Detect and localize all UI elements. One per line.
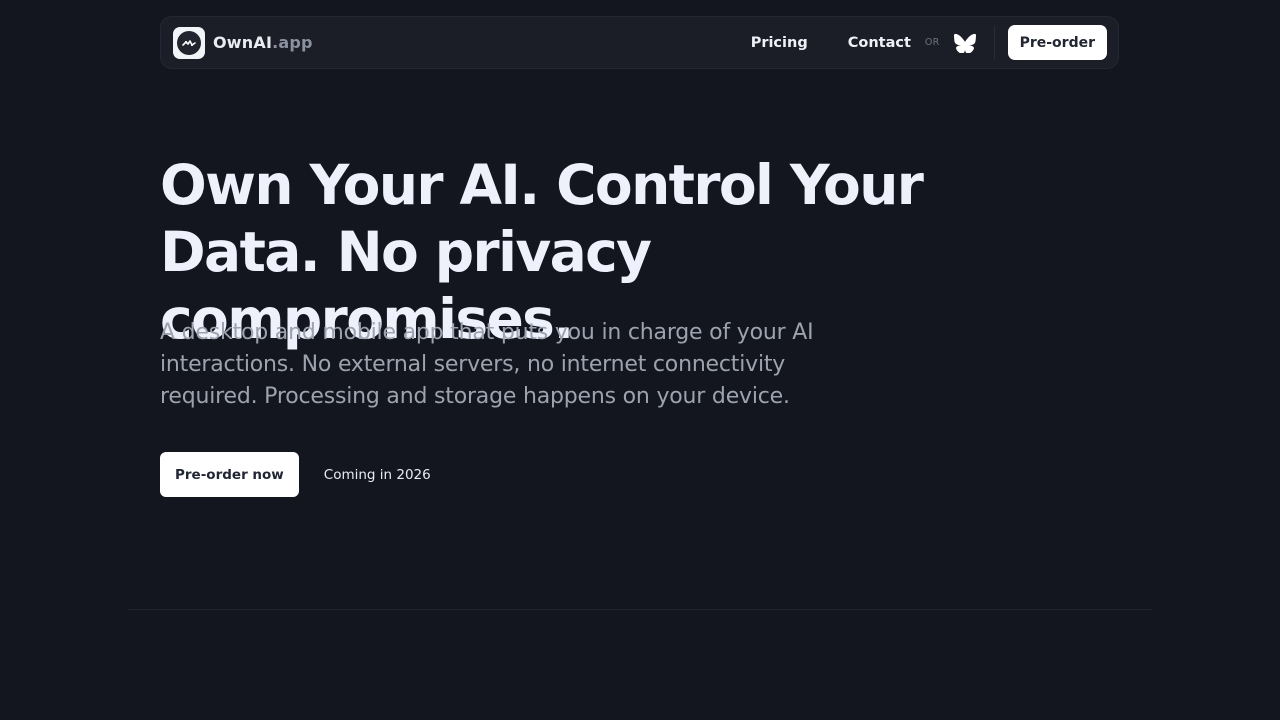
brand-wordmark: OwnAI.app	[213, 33, 313, 52]
bluesky-butterfly-icon[interactable]	[953, 33, 976, 53]
brand-home-link[interactable]: OwnAI.app	[173, 26, 313, 59]
preorder-button[interactable]: Pre-order	[1007, 25, 1107, 60]
or-separator: OR	[924, 37, 940, 48]
nav-link-contact[interactable]: Contact	[848, 35, 911, 51]
ai-logo-icon	[173, 26, 205, 59]
hero-subtitle: A desktop and mobile app that puts you i…	[160, 320, 814, 409]
top-navbar: OwnAI.app Pricing Contact OR Pre-order	[160, 16, 1119, 69]
section-divider	[128, 609, 1152, 610]
hero-title-line-1: Own Your AI. Control Your	[160, 153, 924, 217]
brand-name: OwnAI	[213, 33, 273, 52]
nav-actions: Pricing Contact OR Pre-order	[751, 17, 1107, 68]
hero-cta-row: Pre-order now Coming in 2026	[160, 452, 431, 497]
release-note: Coming in 2026	[323, 466, 431, 483]
nav-link-pricing[interactable]: Pricing	[751, 35, 808, 51]
brand-tld: .app	[272, 33, 313, 52]
nav-divider	[993, 25, 995, 60]
preorder-now-button[interactable]: Pre-order now	[160, 452, 299, 497]
